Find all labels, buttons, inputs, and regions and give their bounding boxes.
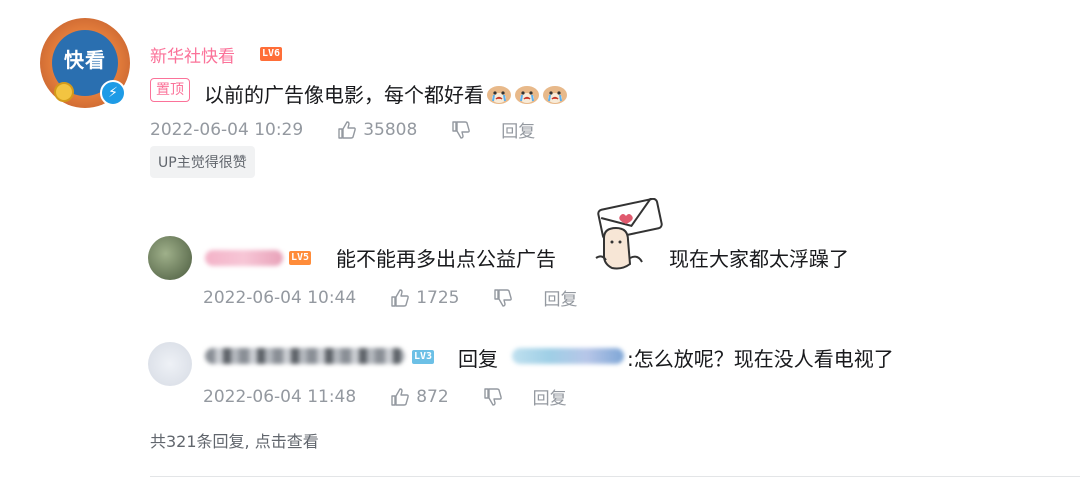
reply-content-part1: 能不能再多出点公益广告 [336, 247, 556, 271]
reply-content: :怎么放呢？现在没人看电视了 [627, 347, 894, 371]
like-button[interactable]: 872 [390, 386, 449, 407]
reply-time: 2022-06-04 11:48 [203, 386, 357, 407]
like-button[interactable]: 1725 [390, 288, 459, 308]
avatar[interactable]: 快看 ⚡ [40, 18, 130, 108]
dislike-button[interactable] [483, 387, 503, 407]
comment-text: 以前的广告像电影，每个都好看 [204, 83, 484, 107]
like-button[interactable]: 35808 [337, 120, 417, 140]
envelope-sticker-icon [595, 198, 663, 270]
level-badge: LV5 [289, 251, 312, 265]
comment-thread: 快看 ⚡ 新华社快看 LV6 置顶 以前的广告像电影，每个都好看 2022-06… [0, 0, 1080, 479]
reply-button[interactable]: 回复 [533, 384, 567, 409]
reply-button[interactable]: 回复 [501, 117, 535, 142]
view-all-replies-link[interactable]: 共321条回复, 点击查看 [150, 428, 319, 452]
thumbs-up-icon [391, 288, 410, 307]
thumbs-up-icon [391, 387, 410, 406]
reply-meta: 2022-06-04 10:44 1725 回复 [203, 285, 577, 311]
reply-avatar[interactable] [148, 236, 192, 280]
divider [150, 476, 1080, 477]
thumbs-down-icon [494, 288, 513, 307]
doge-cry-emoji-icon [487, 86, 511, 104]
up-liked-badge: UP主觉得很赞 [150, 146, 255, 178]
reply-meta: 2022-06-04 11:48 872 回复 [203, 384, 567, 410]
reply-username-blurred[interactable] [205, 250, 283, 266]
reply-avatar[interactable] [148, 342, 192, 386]
doge-cry-emoji-icon [543, 86, 567, 104]
level-badge: LV6 [260, 47, 283, 61]
thumbs-down-icon [483, 387, 502, 406]
level-badge: LV3 [412, 350, 435, 364]
comment-content: 以前的广告像电影，每个都好看 [204, 79, 568, 108]
thumbs-down-icon [452, 120, 471, 139]
verified-bolt-icon: ⚡ [100, 80, 126, 106]
coin-icon [54, 82, 74, 102]
dislike-button[interactable] [451, 120, 471, 140]
like-count: 1725 [416, 287, 460, 308]
pinned-tag: 置顶 [150, 78, 190, 102]
comment-meta: 2022-06-04 10:29 35808 回复 [150, 117, 535, 143]
reply-time: 2022-06-04 10:44 [203, 287, 357, 308]
dislike-button[interactable] [493, 288, 513, 308]
reply-to-username-blurred[interactable] [512, 348, 624, 364]
like-count: 872 [416, 386, 449, 407]
reply-to-label: 回复 [458, 347, 498, 371]
reply-content-part2: 现在大家都太浮躁了 [669, 247, 849, 271]
reply-username-blurred[interactable] [205, 348, 405, 364]
username[interactable]: 新华社快看 [150, 42, 235, 67]
doge-cry-emoji-icon [515, 86, 539, 104]
thumbs-up-icon [338, 120, 357, 139]
comment-time: 2022-06-04 10:29 [150, 119, 304, 140]
like-count: 35808 [363, 119, 418, 140]
reply-button[interactable]: 回复 [543, 285, 577, 310]
